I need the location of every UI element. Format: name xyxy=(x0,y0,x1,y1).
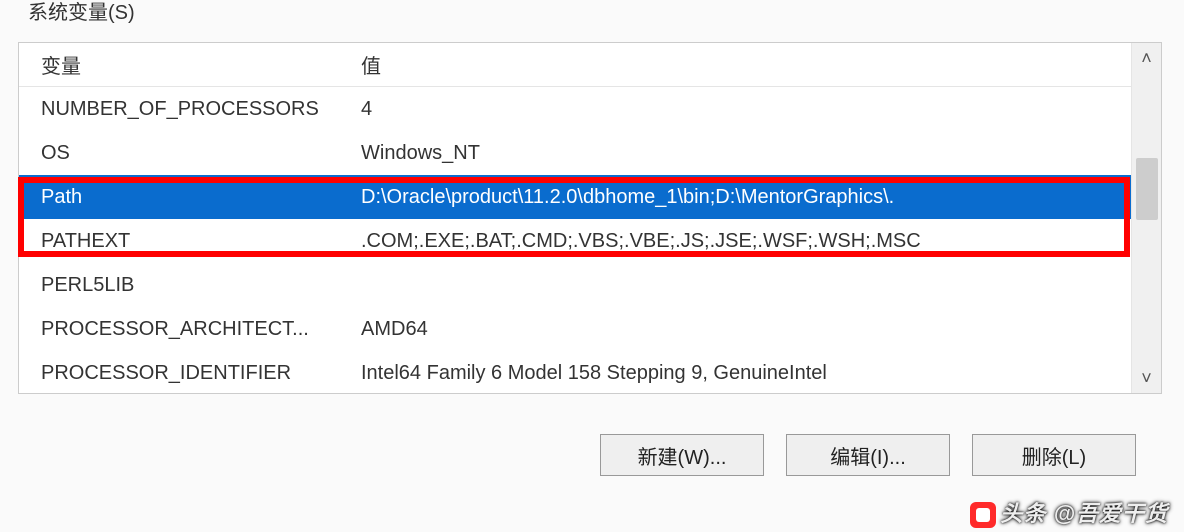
cell-name: PATHEXT xyxy=(19,230,357,253)
cell-name: Path xyxy=(19,186,357,209)
table-row-selected[interactable]: Path D:\Oracle\product\11.2.0\dbhome_1\b… xyxy=(19,175,1161,219)
table-row[interactable]: PROCESSOR_ARCHITECT... AMD64 xyxy=(19,307,1161,351)
rows-container: NUMBER_OF_PROCESSORS 4 OS Windows_NT Pat… xyxy=(19,87,1161,393)
vertical-scrollbar[interactable]: ˄ ˅ xyxy=(1131,43,1161,393)
group-title: 系统变量(S) xyxy=(22,0,141,25)
table-row[interactable]: PERL5LIB xyxy=(19,263,1161,307)
table-row[interactable]: NUMBER_OF_PROCESSORS 4 xyxy=(19,87,1161,131)
cell-value: Windows_NT xyxy=(357,142,1161,165)
scroll-up-icon[interactable]: ˄ xyxy=(1132,43,1161,73)
table-row[interactable]: PATHEXT .COM;.EXE;.BAT;.CMD;.VBS;.VBE;.J… xyxy=(19,219,1161,263)
cell-name: NUMBER_OF_PROCESSORS xyxy=(19,98,357,121)
header-variable[interactable]: 变量 xyxy=(19,50,357,79)
cell-name: OS xyxy=(19,142,357,165)
table-row[interactable]: PROCESSOR_IDENTIFIER Intel64 Family 6 Mo… xyxy=(19,351,1161,393)
system-variables-group: 系统变量(S) 变量 值 NUMBER_OF_PROCESSORS 4 OS W… xyxy=(4,0,1180,532)
button-bar: 新建(W)... 编辑(I)... 删除(L) xyxy=(4,404,1180,476)
watermark-text: 头条 @吾爱干货 xyxy=(970,496,1168,528)
scroll-down-icon[interactable]: ˅ xyxy=(1132,363,1161,393)
cell-name: PERL5LIB xyxy=(19,274,357,297)
cell-value: 4 xyxy=(357,98,1161,121)
cell-name: PROCESSOR_ARCHITECT... xyxy=(19,318,357,341)
cell-value: D:\Oracle\product\11.2.0\dbhome_1\bin;D:… xyxy=(357,186,1161,209)
new-button[interactable]: 新建(W)... xyxy=(600,434,764,476)
variables-listview[interactable]: 变量 值 NUMBER_OF_PROCESSORS 4 OS Windows_N… xyxy=(18,42,1162,394)
delete-button[interactable]: 删除(L) xyxy=(972,434,1136,476)
watermark-logo-icon xyxy=(970,502,996,528)
cell-value: .COM;.EXE;.BAT;.CMD;.VBS;.VBE;.JS;.JSE;.… xyxy=(357,230,1161,253)
edit-button[interactable]: 编辑(I)... xyxy=(786,434,950,476)
header-value[interactable]: 值 xyxy=(357,50,1161,79)
column-headers[interactable]: 变量 值 xyxy=(19,43,1161,87)
cell-value: Intel64 Family 6 Model 158 Stepping 9, G… xyxy=(357,362,1161,385)
cell-name: PROCESSOR_IDENTIFIER xyxy=(19,362,357,385)
scroll-thumb[interactable] xyxy=(1136,158,1158,220)
table-row[interactable]: OS Windows_NT xyxy=(19,131,1161,175)
cell-value: AMD64 xyxy=(357,318,1161,341)
